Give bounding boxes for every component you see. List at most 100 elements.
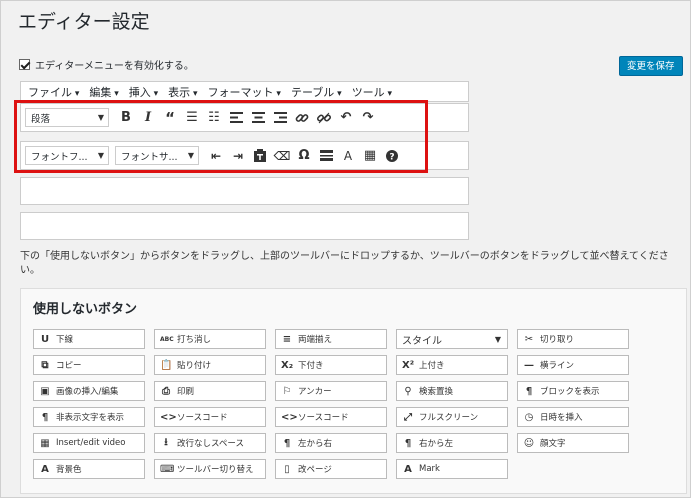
button-icon: ¶ bbox=[525, 385, 533, 397]
button-label: 非表示文字を表示 bbox=[56, 413, 125, 423]
button-label: 右から左 bbox=[419, 439, 454, 449]
button-label: 背景色 bbox=[56, 465, 82, 475]
button-icon: ✂ bbox=[524, 333, 534, 345]
page-title: エディター設定 bbox=[18, 11, 150, 33]
button-icon: ≡ bbox=[282, 333, 292, 345]
unused-button[interactable]: ¶ 非表示文字を表示 bbox=[33, 407, 145, 427]
unused-button[interactable]: A 背景色 bbox=[33, 459, 145, 479]
button-icon: ▯ bbox=[284, 463, 290, 475]
button-label: アンカー bbox=[298, 387, 332, 397]
button-icon: ⎙ bbox=[162, 385, 170, 397]
button-label: 印刷 bbox=[177, 387, 195, 397]
button-label: 下付き bbox=[298, 361, 324, 371]
button-label: 顔文字 bbox=[540, 439, 566, 449]
button-label: 改行なしスペース bbox=[177, 439, 244, 449]
button-icon: ⚲ bbox=[404, 385, 412, 397]
drag-instructions: 下の「使用しないボタン」からボタンをドラッグし、上部のツールバーにドロップするか… bbox=[20, 251, 669, 276]
button-icon: ⭳ bbox=[164, 436, 168, 448]
settings-page: エディター設定 エディターメニューを有効化する。 変更を保存 ファイル 編集 挿… bbox=[0, 0, 691, 498]
unused-button[interactable]: ⚐ アンカー bbox=[275, 381, 387, 401]
unused-button[interactable]: ABC 打ち消し bbox=[154, 329, 266, 349]
button-icon: <> bbox=[160, 411, 177, 423]
unused-button[interactable]: X² 上付き bbox=[396, 355, 508, 375]
unused-button[interactable]: ☺ 顔文字 bbox=[517, 433, 629, 453]
unused-button[interactable]: ⧉ コピー bbox=[33, 355, 145, 375]
button-icon: X₂ bbox=[281, 359, 294, 371]
button-icon: ◷ bbox=[524, 411, 534, 423]
unused-button[interactable]: ◷ 日時を挿入 bbox=[517, 407, 629, 427]
button-label: ソースコード bbox=[177, 413, 228, 423]
menu-format[interactable]: フォーマット bbox=[208, 84, 281, 100]
save-changes-button[interactable]: 変更を保存 bbox=[619, 56, 683, 76]
button-label: コピー bbox=[56, 361, 82, 371]
button-icon: 📋 bbox=[160, 359, 173, 371]
unused-button[interactable]: ¶ 左から右 bbox=[275, 433, 387, 453]
unused-button[interactable]: <> ソースコード bbox=[275, 407, 387, 427]
button-icon: ☺ bbox=[523, 437, 535, 449]
button-icon: ▣ bbox=[40, 385, 50, 397]
menu-insert[interactable]: 挿入 bbox=[129, 84, 158, 100]
unused-button[interactable]: <> ソースコード bbox=[154, 407, 266, 427]
button-label: 左から右 bbox=[298, 439, 333, 449]
enable-editor-menu-label: エディターメニューを有効化する。 bbox=[35, 61, 194, 72]
menu-tools[interactable]: ツール bbox=[352, 84, 392, 100]
editor-menubar: ファイル 編集 挿入 表示 フォーマット テーブル ツール bbox=[20, 81, 469, 102]
button-icon: ▦ bbox=[40, 437, 50, 449]
unused-buttons-grid: U 下線 ABC 打ち消し ≡ 両端揃え スタイル ▼ ✂ 切り取り ⧉ コピー 📋 貼り付け X₂ 下付き X… bbox=[33, 329, 629, 479]
unused-button[interactable]: U 下線 bbox=[33, 329, 145, 349]
chevron-down-icon: ▼ bbox=[494, 334, 501, 344]
button-label: 画像の挿入/編集 bbox=[56, 387, 119, 397]
button-icon: ¶ bbox=[41, 411, 49, 423]
button-label: ツールバー切り替え bbox=[177, 465, 254, 475]
button-icon: <> bbox=[281, 411, 298, 423]
style-select[interactable]: スタイル ▼ bbox=[396, 329, 508, 349]
unused-button[interactable]: ⎙ 印刷 bbox=[154, 381, 266, 401]
editor-toolbar-3[interactable] bbox=[20, 177, 469, 205]
button-label: 横ライン bbox=[540, 361, 575, 371]
button-label: ブロックを表示 bbox=[540, 387, 600, 397]
unused-button[interactable]: ¶ 右から左 bbox=[396, 433, 508, 453]
enable-editor-menu-checkbox[interactable] bbox=[19, 59, 30, 70]
highlight-box bbox=[14, 100, 428, 173]
enable-editor-menu-option[interactable]: エディターメニューを有効化する。 bbox=[19, 57, 194, 72]
unused-button[interactable]: X₂ 下付き bbox=[275, 355, 387, 375]
button-icon: X² bbox=[402, 359, 415, 371]
unused-buttons-panel: 使用しないボタン U 下線 ABC 打ち消し ≡ 両端揃え スタイル ▼ ✂ 切り取り ⧉ コピー 📋 貼… bbox=[20, 288, 687, 494]
menu-table[interactable]: テーブル bbox=[291, 84, 342, 100]
unused-button[interactable]: ⌨ ツールバー切り替え bbox=[154, 459, 266, 479]
button-icon: ¶ bbox=[283, 437, 291, 449]
menu-edit[interactable]: 編集 bbox=[89, 84, 118, 100]
button-icon: ABC bbox=[160, 335, 174, 343]
unused-button[interactable]: ⚲ 検索置換 bbox=[396, 381, 508, 401]
menu-view[interactable]: 表示 bbox=[168, 84, 197, 100]
editor-toolbar-4[interactable] bbox=[20, 212, 469, 240]
unused-button[interactable]: — 横ライン bbox=[517, 355, 629, 375]
button-label: 両端揃え bbox=[298, 335, 333, 345]
unused-button[interactable]: ▣ 画像の挿入/編集 bbox=[33, 381, 145, 401]
button-icon: ⧉ bbox=[41, 359, 49, 371]
unused-button[interactable]: A Mark bbox=[396, 459, 508, 479]
button-label: 切り取り bbox=[540, 335, 575, 345]
unused-button[interactable]: ✂ 切り取り bbox=[517, 329, 629, 349]
unused-button[interactable]: ≡ 両端揃え bbox=[275, 329, 387, 349]
button-icon: A bbox=[41, 463, 49, 475]
button-label: 改ページ bbox=[298, 465, 332, 475]
button-icon: A bbox=[404, 463, 412, 475]
button-label: フルスクリーン bbox=[419, 413, 479, 423]
button-icon: ⌨ bbox=[160, 463, 175, 475]
button-label: 上付き bbox=[419, 361, 445, 371]
button-label: Insert/edit video bbox=[56, 438, 126, 448]
style-select-value: スタイル bbox=[402, 335, 442, 347]
unused-button[interactable]: ▯ 改ページ bbox=[275, 459, 387, 479]
menu-file[interactable]: ファイル bbox=[28, 84, 79, 100]
unused-button[interactable]: ⤢ フルスクリーン bbox=[396, 407, 508, 427]
unused-button[interactable]: ⭳ 改行なしスペース bbox=[154, 433, 266, 453]
button-icon: U bbox=[40, 333, 50, 345]
button-label: 日時を挿入 bbox=[540, 413, 583, 423]
button-label: 下線 bbox=[56, 335, 74, 345]
unused-button[interactable]: ▦ Insert/edit video bbox=[33, 433, 145, 453]
unused-button[interactable]: ¶ ブロックを表示 bbox=[517, 381, 629, 401]
unused-button[interactable]: 📋 貼り付け bbox=[154, 355, 266, 375]
button-icon: — bbox=[524, 359, 534, 371]
button-label: 貼り付け bbox=[177, 361, 212, 371]
